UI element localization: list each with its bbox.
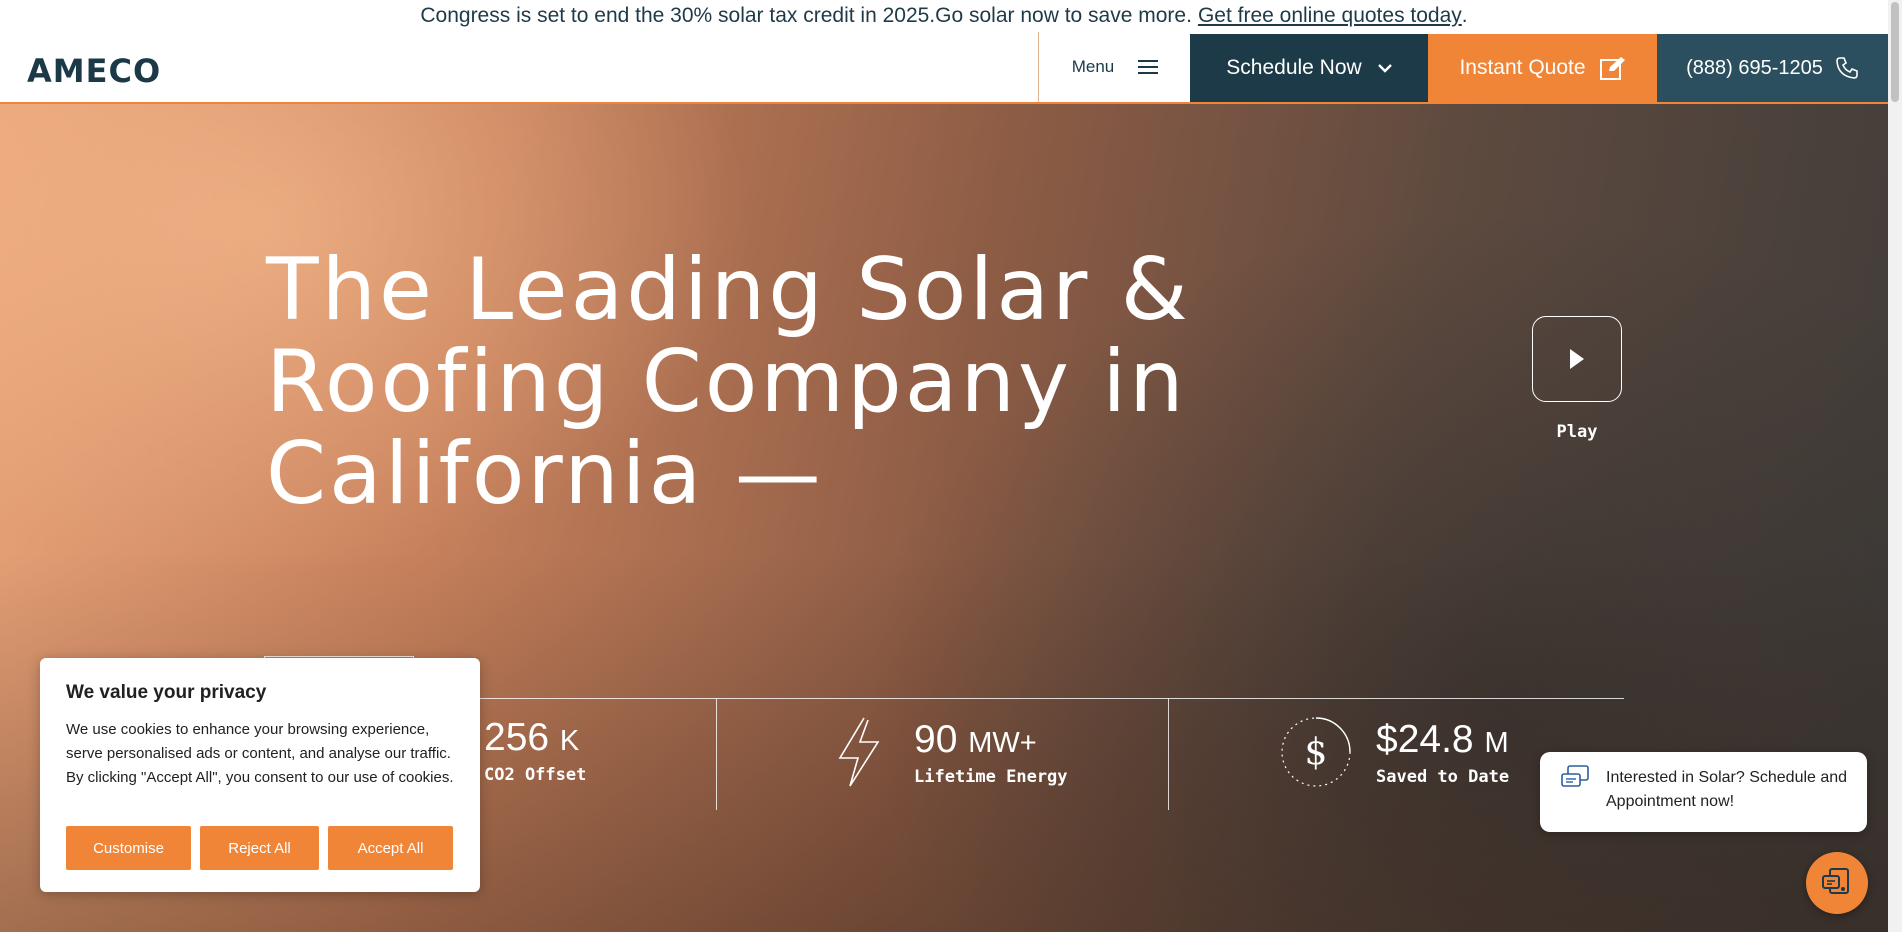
reject-all-button[interactable]: Reject All xyxy=(200,826,319,870)
chevron-down-icon xyxy=(1377,64,1392,73)
chat-prompt-bubble[interactable]: Interested in Solar? Schedule and Appoin… xyxy=(1540,752,1867,832)
stat-co2: 256 K CO2 Offset xyxy=(484,716,586,785)
stats-column-divider xyxy=(716,698,717,810)
announcement-bar: Congress is set to end the 30% solar tax… xyxy=(0,0,1888,32)
instant-quote-button[interactable]: Instant Quote xyxy=(1428,34,1657,102)
accept-all-button[interactable]: Accept All xyxy=(328,826,453,870)
phone-button[interactable]: (888) 695-1205 xyxy=(1657,34,1888,102)
stat-savings: $ $24.8 M Saved to Date xyxy=(1280,716,1509,788)
stat-energy: 90 MW+ Lifetime Energy xyxy=(828,716,1068,788)
quote-label: Instant Quote xyxy=(1459,56,1586,79)
hero-headline: The Leading Solar & Roofing Company in C… xyxy=(266,240,1191,524)
chat-message: Interested in Solar? Schedule and Appoin… xyxy=(1606,769,1848,810)
schedule-now-button[interactable]: Schedule Now xyxy=(1190,34,1428,102)
phone-number: (888) 695-1205 xyxy=(1686,56,1823,79)
chat-launcher-button[interactable] xyxy=(1806,852,1868,914)
play-label: Play xyxy=(1556,422,1598,442)
announcement-suffix: . xyxy=(1461,4,1468,27)
dollar-icon: $ xyxy=(1281,717,1351,787)
schedule-label: Schedule Now xyxy=(1226,56,1362,79)
edit-icon xyxy=(1599,57,1625,80)
phone-icon xyxy=(1836,57,1858,79)
chat-message-icon xyxy=(1561,765,1589,787)
scrollbar-thumb[interactable] xyxy=(1891,2,1899,102)
chat-icon xyxy=(1822,868,1849,894)
stat-unit: M xyxy=(1484,726,1509,759)
announcement-text: Congress is set to end the 30% solar tax… xyxy=(420,4,1192,27)
stat-value: $24.8 xyxy=(1376,717,1474,761)
cookie-consent-panel: We value your privacy We use cookies to … xyxy=(40,658,480,892)
site-header: AMECO Menu Schedule Now Instant Quote (8… xyxy=(0,32,1888,104)
menu-label: Menu xyxy=(1071,57,1115,76)
svg-text:$: $ xyxy=(1305,732,1328,773)
stat-unit: MW+ xyxy=(968,726,1037,759)
customise-button[interactable]: Customise xyxy=(66,826,191,870)
stat-unit: K xyxy=(559,725,580,757)
cookie-body: We use cookies to enhance your browsing … xyxy=(66,721,454,786)
free-quotes-link[interactable]: Get free online quotes today xyxy=(1198,4,1462,28)
play-icon xyxy=(1570,349,1584,369)
lightning-icon xyxy=(838,717,880,787)
page-scrollbar[interactable] xyxy=(1888,0,1902,932)
ameco-logo[interactable]: AMECO xyxy=(27,52,161,90)
cookie-title: We value your privacy xyxy=(66,682,267,703)
stat-label: Lifetime Energy xyxy=(914,766,1068,787)
stat-value: 90 xyxy=(914,717,958,761)
menu-button[interactable]: Menu xyxy=(1038,32,1191,102)
play-video-button[interactable] xyxy=(1532,316,1622,402)
hamburger-icon xyxy=(1138,60,1159,74)
stats-column-divider xyxy=(1168,698,1169,810)
stat-label: CO2 Offset xyxy=(484,765,587,785)
stat-label: Saved to Date xyxy=(1376,766,1510,787)
stat-value: 256 xyxy=(484,716,550,759)
